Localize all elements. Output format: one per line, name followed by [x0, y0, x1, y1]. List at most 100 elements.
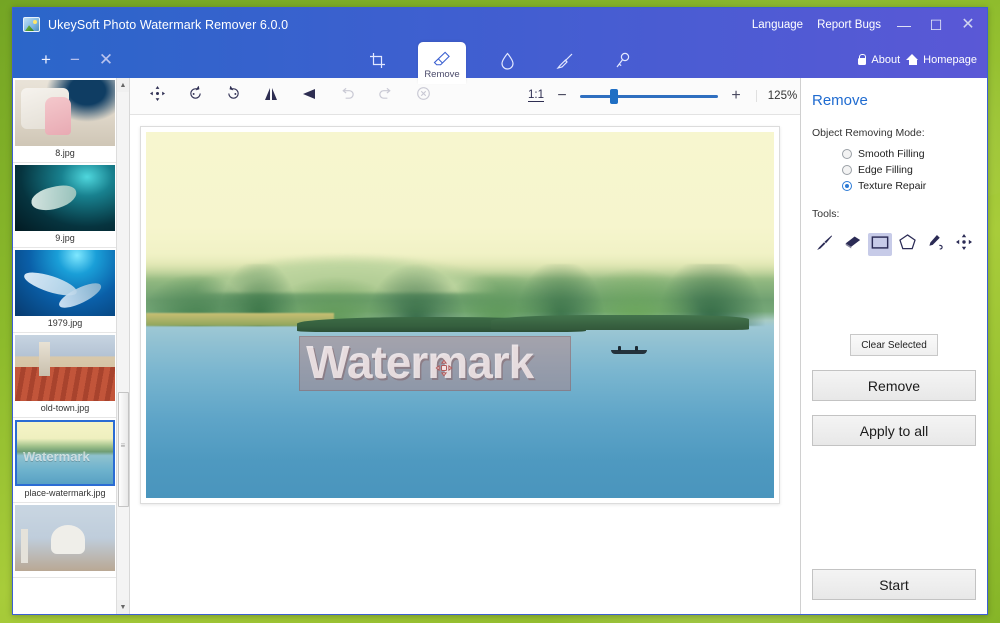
tab-blur[interactable] [490, 44, 524, 78]
thumbnail-caption: place-watermark.jpg [15, 486, 115, 501]
rotate-left-button[interactable] [176, 82, 214, 110]
list-item[interactable]: 9.jpg [13, 163, 116, 248]
mode-label: Object Removing Mode: [812, 127, 976, 139]
zoom-controls: 1:1 − + 125% [528, 87, 800, 105]
tab-brush[interactable] [548, 44, 582, 78]
maximize-button[interactable]: ☐ [927, 18, 945, 32]
flip-vertical-button[interactable] [290, 82, 328, 110]
list-item[interactable] [13, 503, 116, 578]
move-cursor-icon [436, 360, 453, 377]
boat-person-1 [618, 346, 621, 351]
tool-move[interactable] [951, 233, 976, 256]
list-item[interactable]: 1979.jpg [13, 248, 116, 333]
photo-canvas[interactable]: Watermark [146, 132, 774, 498]
thumbnail-list: 8.jpg 9.jpg 1979.jpg old-town.jpg Wate [13, 78, 116, 614]
tab-crop[interactable] [360, 44, 394, 78]
boat [611, 346, 647, 354]
thumbnail-image [15, 80, 115, 146]
reset-icon [416, 86, 431, 106]
thumbnail-watermark-label: Watermark [23, 449, 90, 464]
radio-smooth-filling[interactable]: Smooth Filling [812, 146, 976, 162]
add-files-button[interactable]: + [41, 51, 51, 68]
island-layer-2 [491, 315, 749, 330]
eraser-icon [433, 51, 451, 67]
move-icon [150, 86, 165, 106]
zoom-slider[interactable] [580, 89, 718, 103]
thumbnail-sidebar: 8.jpg 9.jpg 1979.jpg old-town.jpg Wate [13, 78, 130, 614]
brush-icon [816, 234, 833, 256]
redo-button[interactable] [366, 82, 404, 110]
lasso-pen-icon [927, 234, 945, 255]
zoom-slider-knob[interactable] [610, 89, 618, 104]
scroll-up-arrow[interactable]: ▲ [117, 78, 130, 92]
clear-list-button[interactable]: ✕ [99, 51, 113, 68]
tool-brush[interactable] [812, 233, 837, 256]
rotate-left-icon [188, 86, 203, 106]
thumbnail-scrollbar[interactable]: ▲ ▼ [116, 78, 129, 614]
thumbnail-caption: old-town.jpg [15, 401, 115, 416]
flip-horizontal-button[interactable] [252, 82, 290, 110]
zoom-in-button[interactable]: + [728, 87, 744, 105]
remove-button[interactable]: Remove [812, 370, 976, 401]
scrollbar-track[interactable] [117, 92, 130, 600]
flip-horizontal-icon [263, 87, 279, 106]
move-icon [956, 234, 972, 255]
clear-selected-button[interactable]: Clear Selected [850, 334, 938, 356]
homepage-button[interactable]: Homepage [906, 54, 977, 66]
start-button[interactable]: Start [812, 569, 976, 600]
about-label: About [871, 54, 900, 66]
undo-button[interactable] [328, 82, 366, 110]
application-window: UkeySoft Photo Watermark Remover 6.0.0 L… [12, 7, 988, 615]
tool-lasso[interactable] [923, 233, 948, 256]
about-button[interactable]: About [856, 54, 900, 66]
zoom-out-button[interactable]: − [554, 87, 570, 105]
thumbnail-image: Watermark [15, 420, 115, 486]
canvas-area[interactable]: Watermark [130, 115, 800, 614]
eraser-icon [844, 235, 861, 255]
radio-edge-filling[interactable]: Edge Filling [812, 162, 976, 178]
reset-button[interactable] [404, 82, 442, 110]
tool-polygon[interactable] [895, 233, 920, 256]
radio-texture-repair[interactable]: Texture Repair [812, 178, 976, 194]
thumbnail-image [15, 250, 115, 316]
apply-to-all-button[interactable]: Apply to all [812, 415, 976, 446]
brush-icon [556, 52, 574, 70]
thumbnail-image [15, 335, 115, 401]
close-button[interactable]: ✕ [959, 17, 977, 33]
radio-icon [842, 149, 852, 159]
list-item[interactable]: 8.jpg [13, 78, 116, 163]
rotate-right-icon [226, 86, 241, 106]
rectangle-select-icon [871, 235, 889, 255]
crop-icon [369, 52, 386, 69]
title-bar: UkeySoft Photo Watermark Remover 6.0.0 L… [13, 8, 987, 41]
list-item[interactable]: old-town.jpg [13, 333, 116, 418]
tab-remove-label: Remove [424, 69, 459, 80]
content-area: 8.jpg 9.jpg 1979.jpg old-town.jpg Wate [13, 78, 987, 614]
key-icon [615, 52, 631, 70]
tab-remove[interactable]: Remove [418, 42, 466, 84]
tab-key[interactable] [606, 44, 640, 78]
remove-file-button[interactable]: − [70, 51, 80, 68]
thumbnail-image [15, 505, 115, 571]
scrollbar-thumb[interactable] [118, 392, 129, 507]
tool-rectangle[interactable] [868, 233, 893, 256]
thumbnail-caption: 8.jpg [15, 146, 115, 161]
scroll-down-arrow[interactable]: ▼ [117, 600, 130, 614]
rotate-right-button[interactable] [214, 82, 252, 110]
tool-eraser[interactable] [840, 233, 865, 256]
list-item-selected[interactable]: Watermark place-watermark.jpg [13, 418, 116, 503]
panel-spacer [812, 446, 976, 555]
image-frame: Watermark [140, 126, 780, 504]
polygon-select-icon [899, 234, 916, 255]
report-bugs-link[interactable]: Report Bugs [817, 19, 881, 31]
tools-label: Tools: [812, 208, 976, 220]
radio-icon-selected [842, 181, 852, 191]
language-link[interactable]: Language [752, 19, 803, 31]
toolbar-right-links: About Homepage [856, 54, 977, 66]
homepage-label: Homepage [923, 54, 977, 66]
pan-tool-button[interactable] [138, 82, 176, 110]
actual-size-button[interactable]: 1:1 [528, 90, 544, 102]
redo-icon [378, 86, 393, 106]
editor-pane: 1:1 − + 125% [130, 78, 801, 614]
minimize-button[interactable]: — [895, 18, 913, 32]
